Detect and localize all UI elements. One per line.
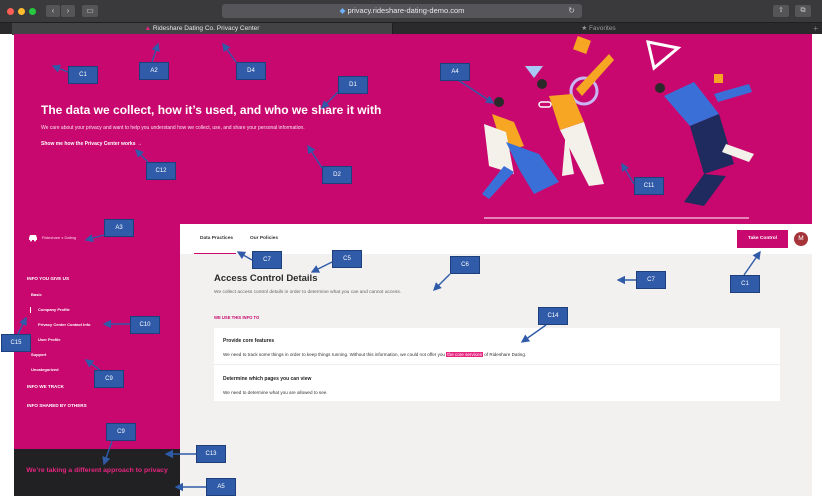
annotation-badge: C11	[634, 177, 664, 195]
annotation-badge: D2	[322, 166, 352, 184]
annotation-badge: C6	[450, 256, 480, 274]
annotation-badge: C5	[332, 250, 362, 268]
annotation-badge: C13	[196, 445, 226, 463]
annotation-badge: C12	[146, 162, 176, 180]
annotation-badge: C9	[106, 423, 136, 441]
annotation-badge: C9	[94, 370, 124, 388]
annotation-badge: D4	[236, 62, 266, 80]
annotation-badge: C14	[538, 307, 568, 325]
annotation-badge: A4	[440, 63, 470, 81]
annotation-badge: A5	[206, 478, 236, 496]
annotation-badge: C15	[1, 334, 31, 352]
annotation-badge: A3	[104, 219, 134, 237]
annotation-badge: C1	[68, 66, 98, 84]
annotation-layer: C1 A2 D4 D1 A4 C12 D2 C11 A3 C7 C5 C6 C7…	[0, 0, 822, 504]
annotation-badge: C7	[252, 251, 282, 269]
annotation-badge: C1	[730, 275, 760, 293]
annotation-badge: A2	[139, 62, 169, 80]
annotation-badge: C7	[636, 271, 666, 289]
annotation-badge: C10	[130, 316, 160, 334]
annotation-badge: D1	[338, 76, 368, 94]
